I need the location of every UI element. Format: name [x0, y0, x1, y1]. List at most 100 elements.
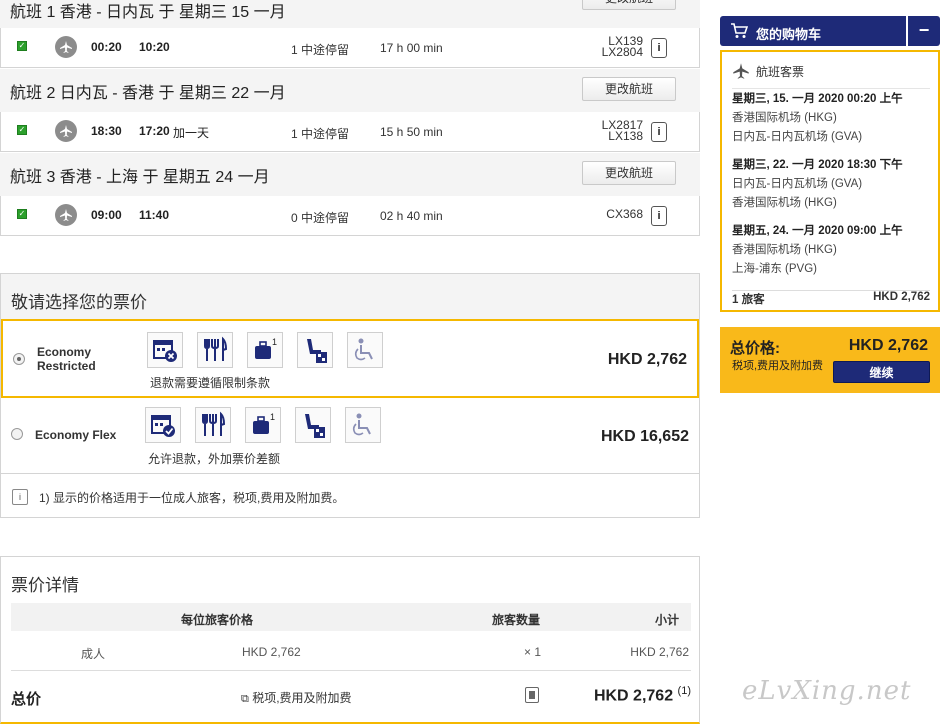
info-icon[interactable]: i	[651, 206, 667, 226]
stops: 1 中途停留	[291, 127, 350, 141]
fare-name: Economy Restricted	[37, 345, 96, 373]
departure-time: 00:20	[91, 40, 122, 54]
fare-feature-icons: 1	[145, 407, 381, 443]
flight-2-header: 航班 2 日内瓦 - 香港 于 星期三 22 一月 更改航班	[0, 69, 700, 112]
cart-panel: 航班客票 星期三, 15. 一月 2020 00:20 上午 香港国际机场 (H…	[720, 50, 940, 312]
cart-segment: 星期三, 15. 一月 2020 00:20 上午 香港国际机场 (HKG) 日…	[732, 93, 903, 143]
flight-numbers: LX2817 LX138	[601, 118, 643, 143]
change-flight-button[interactable]: 更改航班	[582, 77, 676, 101]
arrival-time: 11:40	[139, 208, 170, 222]
flight-2-row[interactable]: ✓ 18:30 17:20 加一天 1 中途停留 15 h 50 min LX2…	[0, 112, 700, 152]
flight-3-header: 航班 3 香港 - 上海 于 星期五 24 一月 更改航班	[0, 153, 700, 196]
departure-time: 18:30	[91, 124, 122, 138]
col-pax-count: 旅客数量	[492, 613, 541, 627]
baggage-icon[interactable]: 1	[245, 407, 281, 443]
flight-1-row[interactable]: ✓ 00:20 10:20 1 中途停留 17 h 00 min LX139 LX…	[0, 28, 700, 68]
fare-name: Economy Flex	[35, 428, 117, 442]
check-icon: ✓	[17, 125, 27, 135]
fare-price: HKD 16,652	[600, 428, 689, 445]
footnote-text: 1) 显示的价格适用于一位成人旅客，税项,费用及附加费。	[39, 491, 345, 505]
airplane-icon	[55, 120, 77, 142]
calculator-icon[interactable]	[525, 687, 539, 703]
arrival-time: 10:20	[139, 40, 170, 54]
fare-radio[interactable]	[13, 353, 25, 365]
refund-allowed-icon[interactable]	[145, 407, 181, 443]
stops: 0 中途停留	[291, 211, 350, 225]
continue-button[interactable]: 继续	[833, 361, 930, 383]
arrival-time: 17:20	[139, 124, 170, 138]
total-price-box: 总价格: HKD 2,762 税项,费用及附加费 继续	[720, 327, 940, 393]
airplane-icon	[55, 204, 77, 226]
seat-selection-icon[interactable]	[297, 332, 333, 368]
fare-section-title: 敬请选择您的票价	[1, 274, 699, 320]
wheelchair-icon[interactable]	[347, 332, 383, 368]
baggage-icon[interactable]: 1	[247, 332, 283, 368]
no-refund-icon[interactable]	[147, 332, 183, 368]
flight-title: 航班 3 香港 - 上海 于 星期五 24 一月	[10, 169, 270, 186]
cart-label: 您的购物车	[756, 27, 822, 42]
cart-segment: 星期三, 22. 一月 2020 18:30 下午 日内瓦-日内瓦机场 (GVA…	[732, 159, 903, 209]
duration: 17 h 00 min	[380, 41, 443, 55]
change-flight-button[interactable]: 更改航班	[582, 0, 676, 10]
check-icon: ✓	[17, 209, 27, 219]
col-subtotal: 小计	[654, 613, 679, 627]
pax-type: 成人	[81, 647, 106, 661]
fare-radio[interactable]	[11, 428, 23, 440]
cart-segment: 星期五, 24. 一月 2020 09:00 上午 香港国际机场 (HKG) 上…	[732, 225, 903, 275]
info-icon[interactable]: i	[651, 38, 667, 58]
fare-note: 允许退款，外加票价差额	[148, 452, 281, 466]
fare-feature-icons: 1	[147, 332, 383, 368]
price-details-title: 票价详情	[11, 576, 79, 595]
fare-selection: 敬请选择您的票价 Economy Restricted 1 退款需要遵循限制条款 …	[0, 273, 700, 518]
cart-panel-header: 航班客票	[732, 62, 804, 83]
total-amount: HKD 2,762 (1)	[593, 685, 691, 705]
duration: 15 h 50 min	[380, 125, 443, 139]
fare-option-economy-flex[interactable]: Economy Flex 1 允许退款，外加票价差额 HKD 16,652	[1, 398, 699, 473]
fare-note: 退款需要遵循限制条款	[150, 376, 271, 390]
departure-time: 09:00	[91, 208, 122, 222]
table-row: 成人 HKD 2,762 × 1 HKD 2,762	[11, 643, 691, 671]
watermark: eLvXing.net	[742, 676, 912, 706]
price-details: 票价详情 每位旅客价格 旅客数量 小计 成人 HKD 2,762 × 1 HKD…	[0, 556, 700, 724]
svg-text:1: 1	[270, 412, 275, 422]
fare-price: HKD 2,762	[607, 351, 687, 368]
external-link-icon: ⧉	[241, 693, 249, 705]
col-price-per-pax: 每位旅客价格	[181, 613, 254, 627]
flight-numbers: CX368	[606, 207, 643, 221]
info-icon[interactable]: i	[651, 122, 667, 142]
meal-icon[interactable]	[197, 332, 233, 368]
flight-numbers: LX139 LX2804	[601, 34, 643, 59]
check-icon: ✓	[17, 41, 27, 51]
fare-option-economy-restricted[interactable]: Economy Restricted 1 退款需要遵循限制条款 HKD 2,762	[1, 319, 699, 398]
cart-pax-summary: 1 旅客 HKD 2,762	[732, 290, 930, 306]
flight-3-row[interactable]: ✓ 09:00 11:40 0 中途停留 02 h 40 min CX368 i	[0, 196, 700, 236]
collapse-cart-button[interactable]: −	[908, 16, 940, 46]
cart-icon	[731, 23, 748, 38]
info-icon: i	[12, 489, 28, 505]
total-price-sub: 税项,费用及附加费	[732, 360, 824, 372]
duration: 02 h 40 min	[380, 209, 443, 223]
stops: 1 中途停留	[291, 43, 350, 57]
total-price-label: 总价格:	[730, 340, 780, 357]
tax-link[interactable]: ⧉ 税项,费用及附加费	[241, 689, 352, 706]
shopping-cart-button[interactable]: 您的购物车	[720, 16, 906, 46]
pax-qty: × 1	[524, 645, 542, 659]
price-details-header: 每位旅客价格 旅客数量 小计	[11, 603, 691, 631]
change-flight-button[interactable]: 更改航班	[582, 161, 676, 185]
meal-icon[interactable]	[195, 407, 231, 443]
flight-title: 航班 2 日内瓦 - 香港 于 星期三 22 一月	[10, 85, 286, 102]
flight-title: 航班 1 香港 - 日内瓦 于 星期三 15 一月	[10, 4, 286, 21]
seat-selection-icon[interactable]	[295, 407, 331, 443]
wheelchair-icon[interactable]	[345, 407, 381, 443]
flight-1-header: 航班 1 香港 - 日内瓦 于 星期三 15 一月 更改航班	[0, 0, 700, 28]
svg-text:1: 1	[272, 337, 277, 347]
plus-day-label: 加一天	[173, 126, 210, 140]
row-subtotal: HKD 2,762	[630, 645, 689, 659]
pax-price: HKD 2,762	[242, 645, 301, 659]
total-label: 总价	[11, 691, 42, 708]
airplane-icon	[55, 36, 77, 58]
total-row: 总价 ⧉ 税项,费用及附加费 HKD 2,762 (1)	[11, 685, 691, 711]
total-price-amount: HKD 2,762	[848, 337, 928, 354]
fare-footnote: i 1) 显示的价格适用于一位成人旅客，税项,费用及附加费。	[1, 473, 699, 517]
airplane-icon	[733, 63, 749, 79]
